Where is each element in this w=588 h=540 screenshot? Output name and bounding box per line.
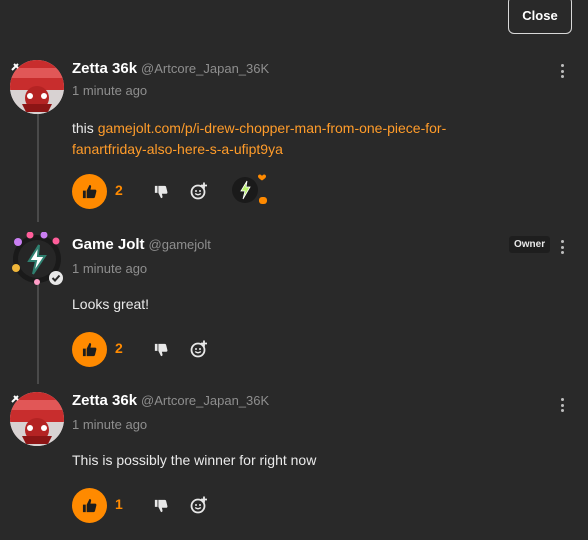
comment-header: Zetta 36k @Artcore_Japan_36K <box>72 392 269 409</box>
add-reaction-button[interactable] <box>189 339 209 359</box>
comment-header: Game Jolt @gamejolt <box>72 236 211 253</box>
more-vertical-icon[interactable] <box>555 238 569 256</box>
more-vertical-icon[interactable] <box>555 62 569 80</box>
dislike-button[interactable] <box>152 341 170 359</box>
like-button[interactable] <box>72 332 107 367</box>
author-name[interactable]: Zetta 36k <box>72 392 137 409</box>
add-reaction-icon <box>190 182 207 200</box>
add-reaction-button[interactable] <box>189 181 209 201</box>
like-count[interactable]: 1 <box>115 496 123 512</box>
thumbs-up-icon <box>82 498 97 513</box>
like-count[interactable]: 2 <box>115 182 123 198</box>
like-count[interactable]: 2 <box>115 340 123 356</box>
dislike-button[interactable] <box>152 183 170 201</box>
thumbs-down-icon <box>154 499 168 513</box>
thumbs-down-icon <box>154 343 168 357</box>
timestamp[interactable]: 1 minute ago <box>72 83 147 98</box>
zetta-avatar[interactable] <box>10 60 64 114</box>
comment-actions: 1 <box>72 488 292 523</box>
comment-link[interactable]: gamejolt.com/p/i-drew-chopper-man-from-o… <box>72 120 446 157</box>
timestamp[interactable]: 1 minute ago <box>72 417 147 432</box>
thumbs-up-icon <box>82 184 97 199</box>
author-handle[interactable]: @Artcore_Japan_36K <box>141 61 269 76</box>
comment-text: this <box>72 120 98 136</box>
comment-header: Zetta 36k @Artcore_Japan_36K <box>72 60 269 77</box>
thread-line <box>37 280 39 384</box>
like-button[interactable] <box>72 174 107 209</box>
zetta-avatar[interactable] <box>10 392 64 446</box>
thread-line <box>37 104 39 222</box>
author-handle[interactable]: @gamejolt <box>149 237 211 252</box>
add-reaction-icon <box>190 340 207 358</box>
timestamp[interactable]: 1 minute ago <box>72 261 147 276</box>
owner-badge: Owner <box>509 236 551 253</box>
like-button[interactable] <box>72 488 107 523</box>
thumbs-up-icon <box>82 342 97 357</box>
dislike-button[interactable] <box>152 497 170 515</box>
author-name[interactable]: Game Jolt <box>72 236 145 253</box>
comment-body: Looks great! <box>72 296 150 312</box>
lightning-reaction-icon <box>232 174 267 204</box>
comment-body: This is possibly the winner for right no… <box>72 452 317 468</box>
comment-body: this gamejolt.com/p/i-drew-chopper-man-f… <box>72 118 542 160</box>
add-reaction-button[interactable] <box>189 495 209 515</box>
more-vertical-icon[interactable] <box>555 396 569 414</box>
verified-check-icon <box>49 271 63 285</box>
gamejolt-avatar[interactable] <box>10 231 64 286</box>
add-reaction-icon <box>190 496 207 514</box>
author-name[interactable]: Zetta 36k <box>72 60 137 77</box>
comment-actions: 2 <box>72 174 292 209</box>
close-button[interactable]: Close <box>508 0 572 34</box>
author-handle[interactable]: @Artcore_Japan_36K <box>141 393 269 408</box>
reaction-chip[interactable] <box>230 172 274 208</box>
comment-actions: 2 <box>72 332 292 367</box>
thumbs-down-icon <box>154 185 168 199</box>
